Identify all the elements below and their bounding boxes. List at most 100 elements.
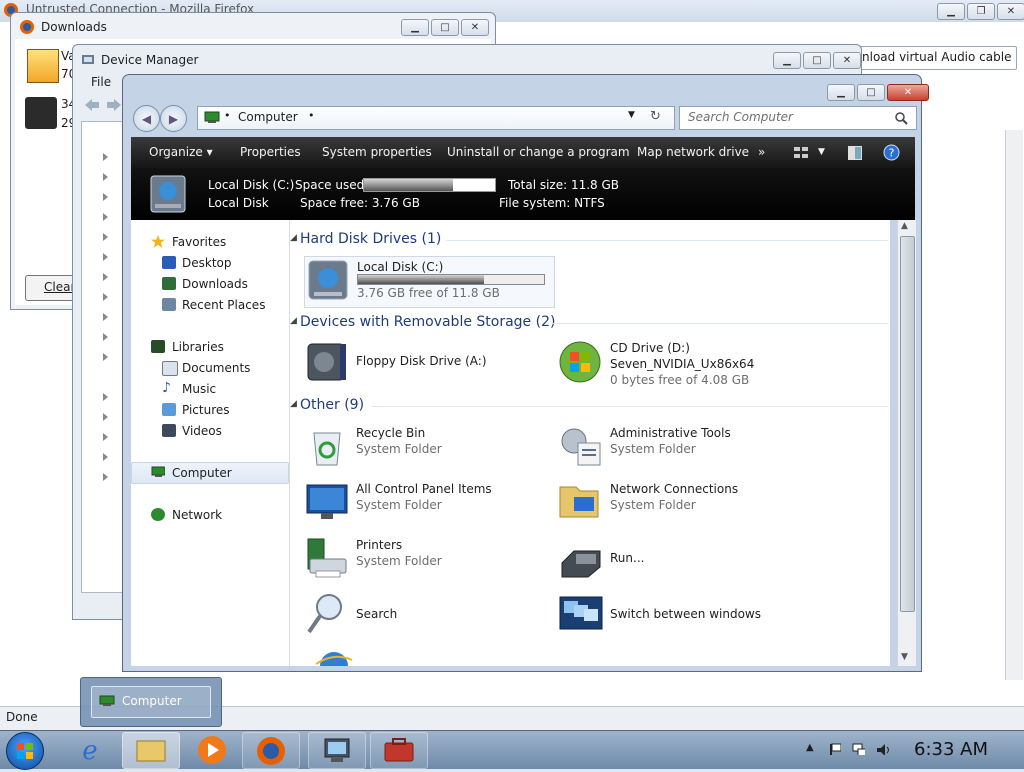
scroll-up-icon[interactable]: ▲ <box>901 221 908 231</box>
close-button[interactable]: ✕ <box>887 84 929 101</box>
menu-file[interactable]: File <box>91 75 111 89</box>
scrollbar-thumb[interactable] <box>900 236 915 612</box>
action-center-flag-icon[interactable] <box>828 743 841 755</box>
minimize-button[interactable]: ▁ <box>401 19 429 36</box>
nav-pictures[interactable]: Pictures <box>131 400 289 420</box>
nav-favorites[interactable]: Favorites <box>131 232 289 252</box>
group-removable-storage[interactable]: Devices with Removable Storage (2) <box>300 314 555 330</box>
breadcrumb-separator-icon[interactable]: • <box>308 109 315 122</box>
address-dropdown-icon[interactable]: ▼ <box>628 110 635 120</box>
back-button[interactable]: ◀ <box>133 105 160 132</box>
cd-drive-tile[interactable]: CD Drive (D:) Seven_NVIDIA_Ux86x64 0 byt… <box>558 338 798 390</box>
content-scrollbar[interactable]: ▲ ▼ <box>897 220 916 666</box>
group-hard-disk-drives[interactable]: Hard Disk Drives (1) <box>300 231 441 247</box>
collapse-arrow-icon[interactable]: ◢ <box>290 316 297 326</box>
restore-button[interactable]: ❐ <box>967 3 995 20</box>
nav-downloads[interactable]: Downloads <box>131 274 289 294</box>
address-bar[interactable]: • Computer • ▼ ↻ <box>197 106 675 130</box>
nav-libraries[interactable]: Libraries <box>131 337 289 357</box>
preview-item-computer[interactable]: Computer <box>91 686 211 718</box>
expand-arrow-icon[interactable] <box>103 353 108 361</box>
search-box[interactable]: Search Computer <box>679 106 917 130</box>
run-tile[interactable]: Run... <box>558 535 798 585</box>
control-panel-tile[interactable]: All Control Panel Items System Folder <box>304 479 544 529</box>
nav-music[interactable]: ♪ Music <box>131 379 289 399</box>
taskbar-firefox[interactable] <box>242 732 300 769</box>
close-button[interactable]: ✕ <box>833 52 861 69</box>
taskbar-toolbox[interactable] <box>370 732 428 769</box>
expand-arrow-icon[interactable] <box>103 213 108 221</box>
collapse-arrow-icon[interactable]: ◢ <box>290 399 297 409</box>
group-other[interactable]: Other (9) <box>300 397 364 413</box>
help-icon[interactable]: ? <box>883 144 900 161</box>
map-network-drive-button[interactable]: Map network drive <box>637 145 749 159</box>
close-button[interactable]: ✕ <box>997 3 1024 20</box>
clock[interactable]: 6:33 AM <box>914 739 988 760</box>
firefox-scrollbar[interactable] <box>1005 130 1023 680</box>
expand-arrow-icon[interactable] <box>103 333 108 341</box>
network-tray-icon[interactable] <box>852 743 865 755</box>
expand-arrow-icon[interactable] <box>103 473 108 481</box>
start-button[interactable] <box>6 732 44 770</box>
expand-arrow-icon[interactable] <box>103 413 108 421</box>
minimize-button[interactable]: ▁ <box>937 3 965 20</box>
taskbar-internet-explorer[interactable]: e <box>62 732 118 767</box>
administrative-tools-tile[interactable]: Administrative Tools System Folder <box>558 423 798 473</box>
nav-videos[interactable]: Videos <box>131 421 289 441</box>
expand-arrow-icon[interactable] <box>103 233 108 241</box>
nav-desktop[interactable]: Desktop <box>131 253 289 273</box>
volume-icon[interactable] <box>876 743 889 755</box>
expand-arrow-icon[interactable] <box>103 433 108 441</box>
expand-arrow-icon[interactable] <box>103 153 108 161</box>
properties-button[interactable]: Properties <box>240 145 301 159</box>
nav-recent-places[interactable]: Recent Places <box>131 295 289 315</box>
maximize-button[interactable]: □ <box>431 19 459 36</box>
nav-documents[interactable]: Documents <box>131 358 289 378</box>
switch-windows-tile[interactable]: Switch between windows <box>558 591 798 641</box>
uninstall-program-button[interactable]: Uninstall or change a program <box>447 145 630 159</box>
printers-tile[interactable]: Printers System Folder <box>304 535 544 585</box>
taskbar-device-manager[interactable] <box>308 732 366 769</box>
breadcrumb-separator-icon[interactable]: • <box>224 109 231 122</box>
expand-arrow-icon[interactable] <box>103 273 108 281</box>
search-tile[interactable]: Search <box>304 591 544 641</box>
expand-arrow-icon[interactable] <box>103 293 108 301</box>
refresh-icon[interactable]: ↻ <box>650 109 661 124</box>
nav-network[interactable]: Network <box>131 505 289 525</box>
windows-logo-icon <box>17 743 33 759</box>
firefox-search-box[interactable]: nload virtual Audio cable <box>855 46 1017 70</box>
change-view-icon[interactable] <box>793 145 809 161</box>
expand-arrow-icon[interactable] <box>103 393 108 401</box>
more-commands-button[interactable]: » <box>758 145 765 159</box>
expand-arrow-icon[interactable] <box>103 453 108 461</box>
address-text[interactable]: Computer <box>238 110 298 124</box>
organize-button[interactable]: Organize ▾ <box>149 145 213 159</box>
recycle-bin-tile[interactable]: Recycle Bin System Folder <box>304 423 544 473</box>
close-button[interactable]: ✕ <box>461 19 489 36</box>
preview-pane-icon[interactable] <box>847 145 863 161</box>
expand-arrow-icon[interactable] <box>103 253 108 261</box>
search-icon[interactable] <box>894 111 908 125</box>
nav-computer[interactable]: Computer <box>131 462 289 484</box>
collapse-arrow-icon[interactable]: ◢ <box>290 233 297 243</box>
floppy-drive-tile[interactable]: Floppy Disk Drive (A:) <box>304 338 544 388</box>
taskbar-explorer[interactable] <box>122 732 180 769</box>
maximize-button[interactable]: □ <box>803 52 831 69</box>
local-disk-c-tile[interactable]: Local Disk (C:) 3.76 GB free of 11.8 GB <box>304 256 555 308</box>
expand-arrow-icon[interactable] <box>103 193 108 201</box>
taskbar-media-player[interactable] <box>182 732 238 767</box>
scroll-down-icon[interactable]: ▼ <box>901 652 908 662</box>
minimize-button[interactable]: ▁ <box>827 84 855 101</box>
system-properties-button[interactable]: System properties <box>322 145 432 159</box>
forward-button[interactable]: ▶ <box>160 105 187 132</box>
expand-arrow-icon[interactable] <box>103 173 108 181</box>
drive-space-fill <box>358 275 485 284</box>
maximize-button[interactable]: □ <box>857 84 885 101</box>
show-hidden-icons-icon[interactable]: ▲ <box>806 742 819 754</box>
libraries-icon <box>151 340 165 353</box>
view-dropdown-icon[interactable]: ▼ <box>818 147 825 157</box>
expand-arrow-icon[interactable] <box>103 313 108 321</box>
network-connections-tile[interactable]: Network Connections System Folder <box>558 479 798 529</box>
back-forward-icons[interactable] <box>83 97 123 113</box>
minimize-button[interactable]: ▁ <box>773 52 801 69</box>
